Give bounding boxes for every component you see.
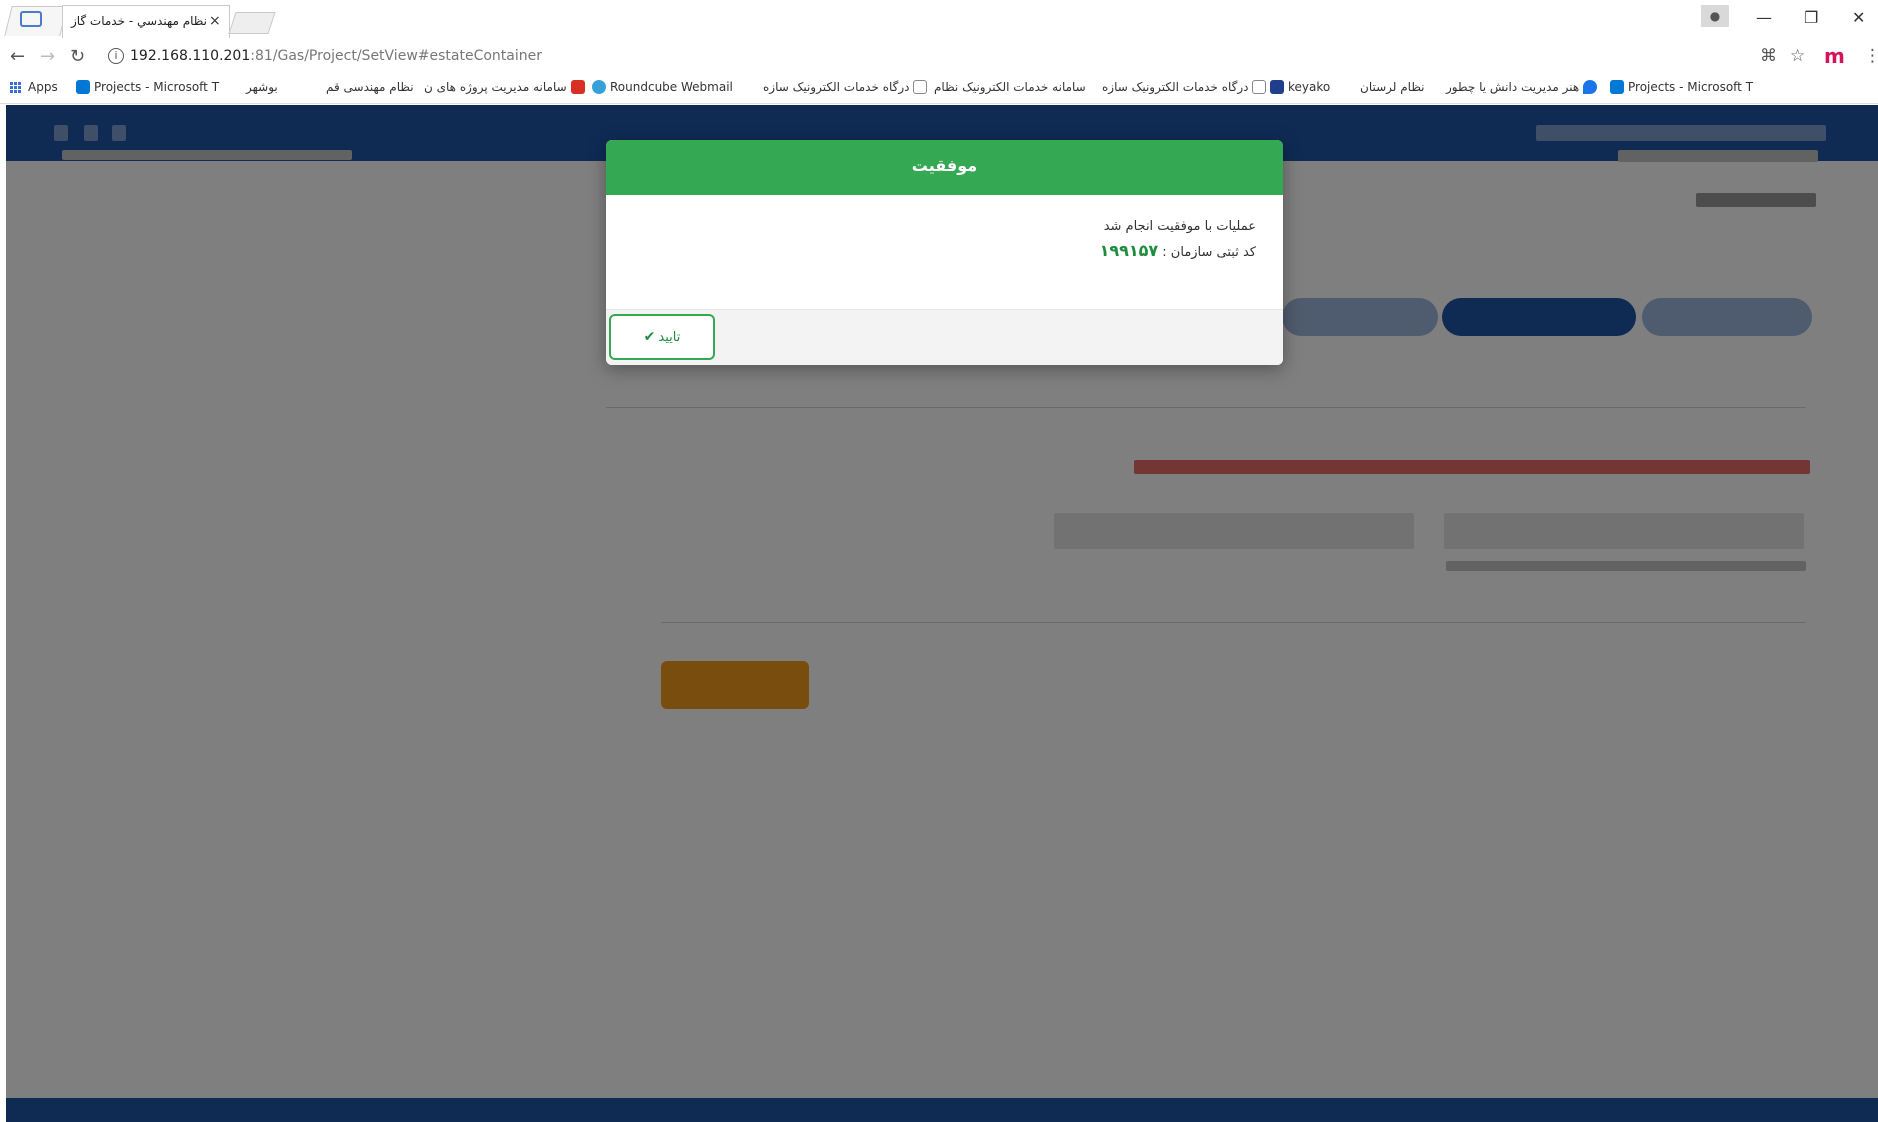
url-input[interactable]: i 192.168.110.201:81/Gas/Project/SetView…	[102, 44, 1742, 70]
user-profile-icon[interactable]: ●	[1701, 5, 1729, 27]
bookmark-item[interactable]: Roundcube Webmail	[592, 80, 733, 94]
tab-close-icon[interactable]: ×	[209, 13, 221, 29]
browser-tabstrip: × نظام مهندسي - خدمات گاز ● — ❐ ✕	[0, 0, 1878, 38]
microsoft-icon	[1610, 80, 1624, 94]
success-dialog: موفقیت عملیات با موفقیت انجام شد کد ثبتی…	[606, 140, 1283, 365]
location-icon	[1583, 80, 1598, 94]
forward-icon[interactable]: →	[40, 46, 55, 67]
dialog-body: عملیات با موفقیت انجام شد کد ثبتی سازمان…	[606, 195, 1283, 309]
roundcube-icon	[592, 80, 606, 94]
doc-icon	[913, 80, 928, 94]
microsoft-icon	[76, 80, 90, 94]
apps-icon	[10, 81, 21, 93]
bookmark-item[interactable]: درگاه خدمات الکترونیک سازه	[1102, 80, 1267, 94]
bookmark-item[interactable]: Projects - Microsoft T	[1610, 80, 1753, 94]
confirm-button[interactable]: تایید ✔	[609, 314, 715, 360]
browser-tab-active[interactable]: × نظام مهندسي - خدمات گاز	[62, 5, 230, 38]
bookmark-item[interactable]: درگاه خدمات الکترونیک سازه	[763, 80, 928, 94]
bookmarks-bar: Apps Projects - Microsoft T بوشهر نظام م…	[0, 76, 1878, 104]
extension-m-icon[interactable]: m	[1824, 44, 1845, 68]
bookmark-star-icon[interactable]: ☆	[1790, 46, 1805, 66]
success-message: عملیات با موفقیت انجام شد	[1103, 219, 1256, 234]
site-info-icon[interactable]: i	[108, 48, 124, 64]
tab-title: نظام مهندسي - خدمات گاز	[70, 14, 207, 28]
cast-icon	[20, 11, 42, 27]
keyako-icon	[1270, 80, 1284, 94]
dialog-header: موفقیت	[606, 140, 1283, 195]
close-window-icon[interactable]: ✕	[1852, 8, 1865, 27]
translate-icon[interactable]: ⌘	[1760, 46, 1777, 66]
dialog-footer: تایید ✔	[606, 309, 1283, 365]
minimize-icon[interactable]: —	[1756, 8, 1772, 27]
url-text: 192.168.110.201:81/Gas/Project/SetView#e…	[130, 48, 542, 64]
dialog-title: موفقیت	[911, 156, 978, 175]
address-bar-row: ← → ↻ i 192.168.110.201:81/Gas/Project/S…	[0, 42, 1878, 74]
bookmark-item[interactable]: Projects - Microsoft T	[76, 80, 219, 94]
bookmark-item[interactable]: سامانه مدیریت پروژه های ن	[424, 80, 585, 94]
bookmark-red-icon	[570, 80, 585, 94]
reload-icon[interactable]: ↻	[70, 46, 85, 67]
bookmark-item[interactable]: هنر مدیریت دانش یا چطور	[1446, 80, 1598, 94]
registration-code-value: ۱۹۹۱۵۷	[1099, 241, 1159, 260]
confirm-button-label: تایید	[658, 329, 681, 345]
doc-icon	[1252, 80, 1267, 94]
menu-dots-icon[interactable]: ⋮	[1864, 46, 1878, 66]
bookmark-item[interactable]: keyako	[1270, 80, 1330, 94]
bookmark-item[interactable]: نظام لرستان	[1360, 80, 1425, 94]
bookmark-item[interactable]: نظام مهندسی قم	[326, 80, 414, 94]
new-tab-button[interactable]	[228, 12, 276, 34]
bookmark-item[interactable]: سامانه خدمات الکترونیک نظام	[934, 80, 1086, 94]
bookmark-item[interactable]: بوشهر	[246, 80, 278, 94]
registration-code-line: کد ثبتی سازمان : ۱۹۹۱۵۷	[1100, 241, 1256, 260]
back-icon[interactable]: ←	[10, 46, 25, 67]
bookmark-apps[interactable]: Apps	[10, 80, 58, 94]
registration-code-label: کد ثبتی سازمان :	[1162, 245, 1256, 260]
checkmark-icon: ✔	[643, 329, 656, 345]
restore-icon[interactable]: ❐	[1804, 8, 1818, 27]
